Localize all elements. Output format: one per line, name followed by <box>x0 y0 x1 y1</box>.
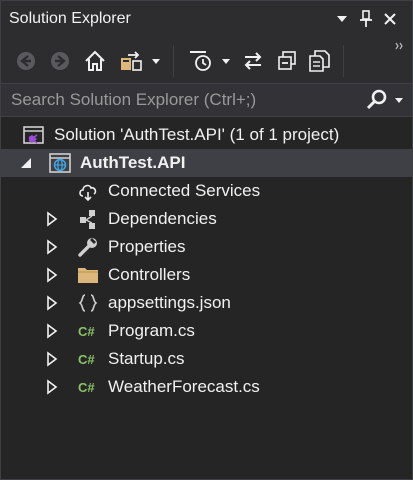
solution-icon <box>23 124 45 146</box>
tree-row-project[interactable]: AuthTest.API <box>1 149 412 177</box>
wrench-icon <box>77 236 99 258</box>
solution-explorer-panel: Solution Explorer Search Solution Explor… <box>0 0 413 480</box>
title-bar: Solution Explorer <box>1 1 412 39</box>
tree-row-connected-services[interactable]: Connected Services <box>1 177 412 205</box>
panel-title: Solution Explorer <box>9 10 131 27</box>
svg-text:C#: C# <box>78 324 95 339</box>
solution-label: Solution 'AuthTest.API' (1 of 1 project) <box>54 125 340 144</box>
csharp-file-icon: C# <box>77 348 99 370</box>
tree-item-label: Startup.cs <box>108 349 185 368</box>
search-options-dropdown-icon[interactable] <box>392 93 406 107</box>
collapsed-arrow-icon[interactable] <box>45 239 59 255</box>
tree-item-label: appsettings.json <box>108 293 231 312</box>
project-label: AuthTest.API <box>80 153 186 172</box>
tree-row-appsettings-json[interactable]: appsettings.json <box>1 289 412 317</box>
home-icon[interactable] <box>81 47 109 75</box>
collapsed-arrow-icon[interactable] <box>45 211 59 227</box>
tree-row-properties[interactable]: Properties <box>1 233 412 261</box>
tree-item-label: Properties <box>108 237 186 256</box>
switch-views-icon[interactable] <box>117 47 145 75</box>
json-file-icon <box>77 292 99 314</box>
csharp-file-icon: C# <box>77 376 99 398</box>
tree-row-dependencies[interactable]: Dependencies <box>1 205 412 233</box>
forward-arrow-icon[interactable] <box>47 47 73 75</box>
toolbar <box>1 39 412 83</box>
dropdown-icon[interactable] <box>149 47 163 75</box>
collapsed-arrow-icon[interactable] <box>45 267 59 283</box>
search-icon[interactable] <box>365 89 389 111</box>
toolbar-separator <box>173 45 174 77</box>
dropdown-icon[interactable] <box>219 47 233 75</box>
dependencies-icon <box>77 208 99 230</box>
web-project-icon <box>49 152 71 174</box>
tree-item-label: Dependencies <box>108 209 217 228</box>
sync-with-active-document-icon[interactable] <box>239 47 267 75</box>
back-arrow-icon[interactable] <box>13 47 39 75</box>
collapsed-arrow-icon[interactable] <box>45 323 59 339</box>
pending-changes-filter-icon[interactable] <box>187 47 215 75</box>
svg-text:C#: C# <box>78 352 95 367</box>
collapsed-arrow-icon[interactable] <box>45 379 59 395</box>
tree-item-label: Connected Services <box>108 181 261 200</box>
window-position-dropdown-icon[interactable] <box>331 7 353 31</box>
toolbar-overflow-icon[interactable] <box>393 39 407 53</box>
toolbar-separator <box>343 45 344 77</box>
collapsed-arrow-icon[interactable] <box>45 351 59 367</box>
tree-item-label: WeatherForecast.cs <box>108 377 260 396</box>
search-input[interactable] <box>1 84 361 116</box>
svg-text:C#: C# <box>78 380 95 395</box>
tree-row-controllers[interactable]: Controllers <box>1 261 412 289</box>
tree-item-label: Program.cs <box>108 321 195 340</box>
folder-icon <box>77 264 99 286</box>
show-all-files-icon[interactable] <box>305 47 333 75</box>
tree-row-solution[interactable]: Solution 'AuthTest.API' (1 of 1 project) <box>1 121 412 149</box>
tree-row-weatherforecast-cs[interactable]: C# WeatherForecast.cs <box>1 373 412 401</box>
pin-icon[interactable] <box>355 7 377 31</box>
close-icon[interactable] <box>379 7 401 31</box>
search-bar <box>1 83 412 117</box>
cloud-icon <box>77 180 99 202</box>
expanded-arrow-icon[interactable] <box>19 155 33 171</box>
tree-item-label: Controllers <box>108 265 191 284</box>
tree-row-program-cs[interactable]: C# Program.cs <box>1 317 412 345</box>
csharp-file-icon: C# <box>77 320 99 342</box>
collapsed-arrow-icon[interactable] <box>45 295 59 311</box>
tree-row-startup-cs[interactable]: C# Startup.cs <box>1 345 412 373</box>
collapse-all-icon[interactable] <box>273 47 301 75</box>
